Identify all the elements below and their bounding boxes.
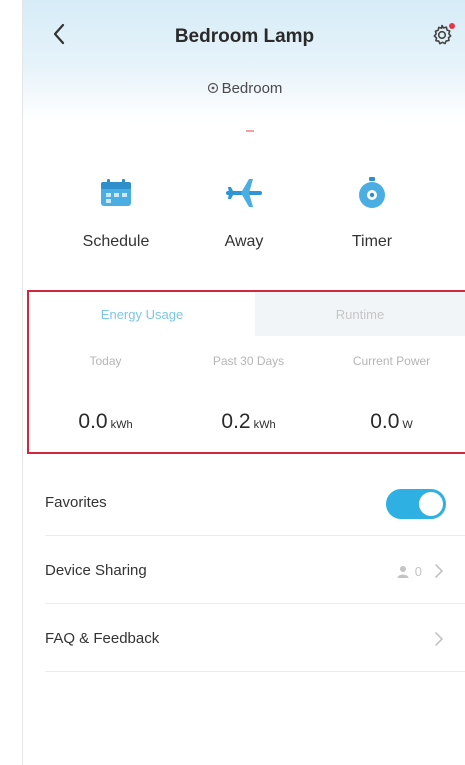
stat-current-power: Current Power 0.0 W [319,348,464,438]
page-title: Bedroom Lamp [174,26,315,47]
timer-button[interactable]: Timer [307,165,437,265]
away-label: Away [224,233,264,250]
tab-energy-usage[interactable]: Energy Usage [29,292,255,336]
notification-dot [449,23,455,29]
settings-button[interactable] [427,20,457,50]
stat-past-30-days-value-wrap: 0.2 kWh [176,410,321,434]
energy-tabs: Energy Usage Runtime [29,292,465,336]
device-sharing-row[interactable]: Device Sharing 0 [45,538,465,604]
faq-feedback-row[interactable]: FAQ & Feedback [45,606,465,672]
person-icon [397,565,409,578]
stat-today-unit: kWh [110,419,133,431]
chevron-right-icon [435,564,443,578]
favorites-row: Favorites [45,470,465,536]
stat-current-power-value-wrap: 0.0 W [319,410,464,434]
faq-feedback-meta [422,606,444,672]
away-button[interactable]: Away [179,165,309,265]
stat-today: Today 0.0 kWh [33,348,178,438]
device-sharing-label: Device Sharing [45,562,147,579]
shared-count: 0 [414,563,422,579]
stat-past-30-days: Past 30 Days 0.2 kWh [176,348,321,438]
stat-current-power-value: 0.0 [370,410,400,433]
calendar-icon [101,179,131,206]
stat-past-30-days-unit: kWh [253,419,276,431]
stat-current-power-unit: W [402,419,413,431]
stat-today-value: 0.0 [78,410,108,433]
airplane-icon [226,179,262,207]
stat-today-label: Today [89,354,122,368]
stat-past-30-days-value: 0.2 [221,410,251,433]
schedule-button[interactable]: Schedule [51,165,181,265]
toggle-knob [419,492,443,516]
stat-current-power-label: Current Power [352,354,431,368]
page-indicator [246,130,254,132]
tab-runtime[interactable]: Runtime [255,292,465,336]
stat-today-value-wrap: 0.0 kWh [33,410,178,434]
quick-actions: Schedule Away Timer [23,165,465,265]
faq-feedback-label: FAQ & Feedback [45,630,160,647]
energy-usage-card: Energy Usage Runtime Today 0.0 kWh Past 3… [27,290,465,454]
schedule-label: Schedule [82,233,150,250]
location-pin-icon [207,82,218,94]
favorites-label: Favorites [45,494,107,511]
device-detail-screen: Bedroom Lamp Bedroom Schedule Away Timer… [22,0,465,765]
room-location: Bedroom [23,80,465,97]
room-name: Bedroom [221,80,283,97]
timer-label: Timer [351,233,393,250]
header: Bedroom Lamp Bedroom [23,0,465,122]
stat-past-30-days-label: Past 30 Days [212,354,285,368]
favorites-toggle[interactable] [386,489,446,519]
chevron-right-icon [435,632,443,646]
device-sharing-meta: 0 [397,538,444,604]
stopwatch-icon [359,177,385,208]
